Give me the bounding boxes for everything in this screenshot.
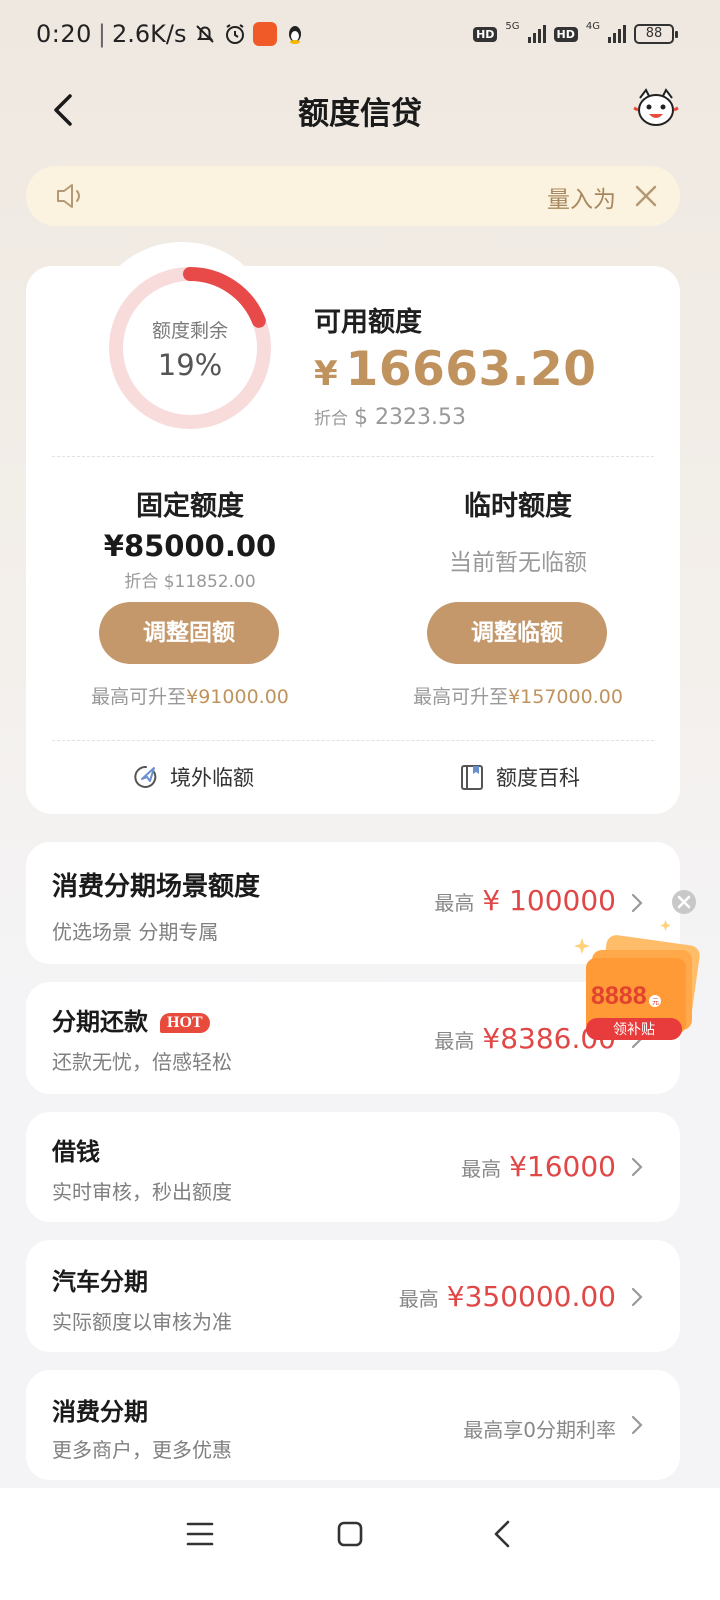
row-subtitle: 更多商户，更多优惠: [52, 1438, 232, 1462]
row-text: 最高享0分期利率: [463, 1418, 616, 1442]
hd-badge-2: HD: [553, 26, 578, 42]
promo-close-icon[interactable]: [672, 890, 696, 914]
temp-credit-block: 临时额度 当前暂无临额: [368, 484, 668, 577]
status-divider: |: [97, 20, 106, 48]
hd-badge: HD: [473, 26, 498, 42]
temp-credit-status: 当前暂无临额: [449, 550, 587, 576]
close-icon[interactable]: [632, 182, 660, 210]
row-value: 最高 ¥16000: [461, 1150, 616, 1183]
row-title-text: 分期还款: [52, 1008, 148, 1036]
row-value: 最高享0分期利率: [463, 1414, 616, 1443]
row-title: 消费分期场景额度: [52, 872, 261, 902]
temp-credit-title: 临时额度: [464, 491, 572, 522]
alarm-icon: [225, 24, 244, 44]
mute-bell-icon: [195, 25, 214, 43]
battery-icon: 88: [634, 24, 678, 44]
adjust-temp-button[interactable]: 调整临额: [427, 602, 607, 664]
status-time: 0:20: [36, 20, 92, 48]
status-bar: 0:20 | 2.6K/s HD 5G HD 4G 88: [0, 0, 720, 72]
row-subtitle: 优选场景 分期专属: [52, 920, 219, 944]
row-subtitle: 实际额度以审核为准: [52, 1310, 232, 1334]
row-prefix: 最高: [434, 1029, 475, 1053]
system-nav-bar: [0, 1488, 720, 1600]
available-converted: 折合 $ 2323.53: [314, 404, 466, 430]
available-amount: ¥ 16663.20: [314, 342, 596, 397]
overseas-temp-link[interactable]: 境外临额: [132, 762, 254, 792]
fixed-credit-amount: ¥85000.00: [103, 529, 277, 563]
signal-icon-2: [608, 25, 626, 43]
adjust-fixed-button[interactable]: 调整固额: [99, 602, 279, 664]
fixed-upto: 最高可升至¥91000.00: [30, 682, 350, 709]
overseas-temp-label: 境外临额: [170, 766, 254, 790]
list-item[interactable]: 汽车分期 实际额度以审核为准 最高 ¥350000.00: [26, 1240, 680, 1352]
fixed-upto-prefix: 最高可升至: [91, 686, 187, 708]
currency-symbol: ¥: [314, 354, 338, 394]
net-4g: 4G: [585, 20, 600, 32]
credit-wiki-label: 额度百科: [496, 766, 580, 790]
status-left: 0:20 | 2.6K/s: [36, 20, 307, 48]
notice-text: 量入为: [547, 187, 616, 213]
row-subtitle: 还款无忧，倍感轻松: [52, 1050, 232, 1074]
list-item[interactable]: 消费分期 更多商户，更多优惠 最高享0分期利率: [26, 1370, 680, 1480]
fixed-upto-value: ¥91000.00: [186, 686, 289, 708]
row-title: 汽车分期: [52, 1268, 148, 1296]
converted-value: $ 2323.53: [354, 405, 466, 430]
row-amount: ¥16000: [509, 1150, 616, 1183]
status-speed: 2.6K/s: [112, 20, 187, 48]
promo-unit: 元: [652, 998, 659, 1006]
home-icon[interactable]: [330, 1514, 370, 1554]
divider: [52, 456, 654, 457]
penguin-icon: [288, 26, 301, 44]
app-notification-icon: [252, 22, 277, 46]
row-amount: ¥350000.00: [446, 1280, 616, 1313]
back-icon[interactable]: [484, 1514, 524, 1554]
available-label: 可用额度: [314, 307, 422, 338]
row-prefix: 最高: [398, 1287, 439, 1311]
top-nav: 额度信贷: [0, 80, 720, 140]
chevron-right-icon: [631, 1157, 643, 1177]
promo-amount: 8888: [591, 982, 647, 1010]
row-value: 最高 ¥350000.00: [399, 1280, 616, 1313]
speaker-icon: [57, 184, 80, 208]
divider-2: [52, 740, 654, 741]
row-title: 分期还款 HOT: [52, 1002, 210, 1037]
notice-banner[interactable]: 量入为: [26, 166, 680, 226]
promo-label: 领补贴: [613, 1022, 655, 1038]
fixed-credit-block: 固定额度 ¥85000.00 折合 $11852.00: [40, 484, 340, 592]
net-5g: 5G: [505, 20, 520, 32]
row-title: 消费分期: [52, 1398, 148, 1426]
available-value: 16663.20: [345, 342, 597, 397]
list-item[interactable]: 借钱 实时审核，秒出额度 最高 ¥16000: [26, 1112, 680, 1222]
row-title: 借钱: [52, 1138, 100, 1166]
fixed-credit-converted: 折合 $11852.00: [124, 572, 256, 592]
row-prefix: 最高: [461, 1157, 502, 1181]
mascot-icon[interactable]: [632, 84, 680, 132]
signal-icon: [527, 25, 546, 43]
row-subtitle: 实时审核，秒出额度: [52, 1180, 232, 1204]
fixed-credit-title: 固定额度: [136, 491, 244, 522]
chevron-right-icon: [631, 1415, 643, 1435]
status-right: HD 5G HD 4G 88: [473, 20, 678, 44]
page-title: 额度信贷: [298, 96, 422, 132]
credit-wiki-link[interactable]: 额度百科: [458, 762, 580, 792]
subsidy-promo[interactable]: 8888 元 领补贴: [572, 884, 712, 1054]
chevron-right-icon: [631, 1287, 643, 1307]
converted-prefix: 折合: [314, 409, 348, 429]
plane-globe-icon: [134, 765, 157, 788]
gauge-percent: 19%: [157, 348, 223, 382]
row-prefix: 最高: [434, 891, 475, 915]
book-icon: [461, 765, 483, 790]
gauge-label: 额度剩余: [151, 320, 228, 342]
temp-upto-value: ¥157000.00: [508, 686, 623, 708]
hot-badge: HOT: [160, 1013, 210, 1033]
temp-upto: 最高可升至¥157000.00: [358, 682, 678, 709]
temp-upto-prefix: 最高可升至: [413, 686, 509, 708]
menu-icon[interactable]: [180, 1514, 220, 1554]
